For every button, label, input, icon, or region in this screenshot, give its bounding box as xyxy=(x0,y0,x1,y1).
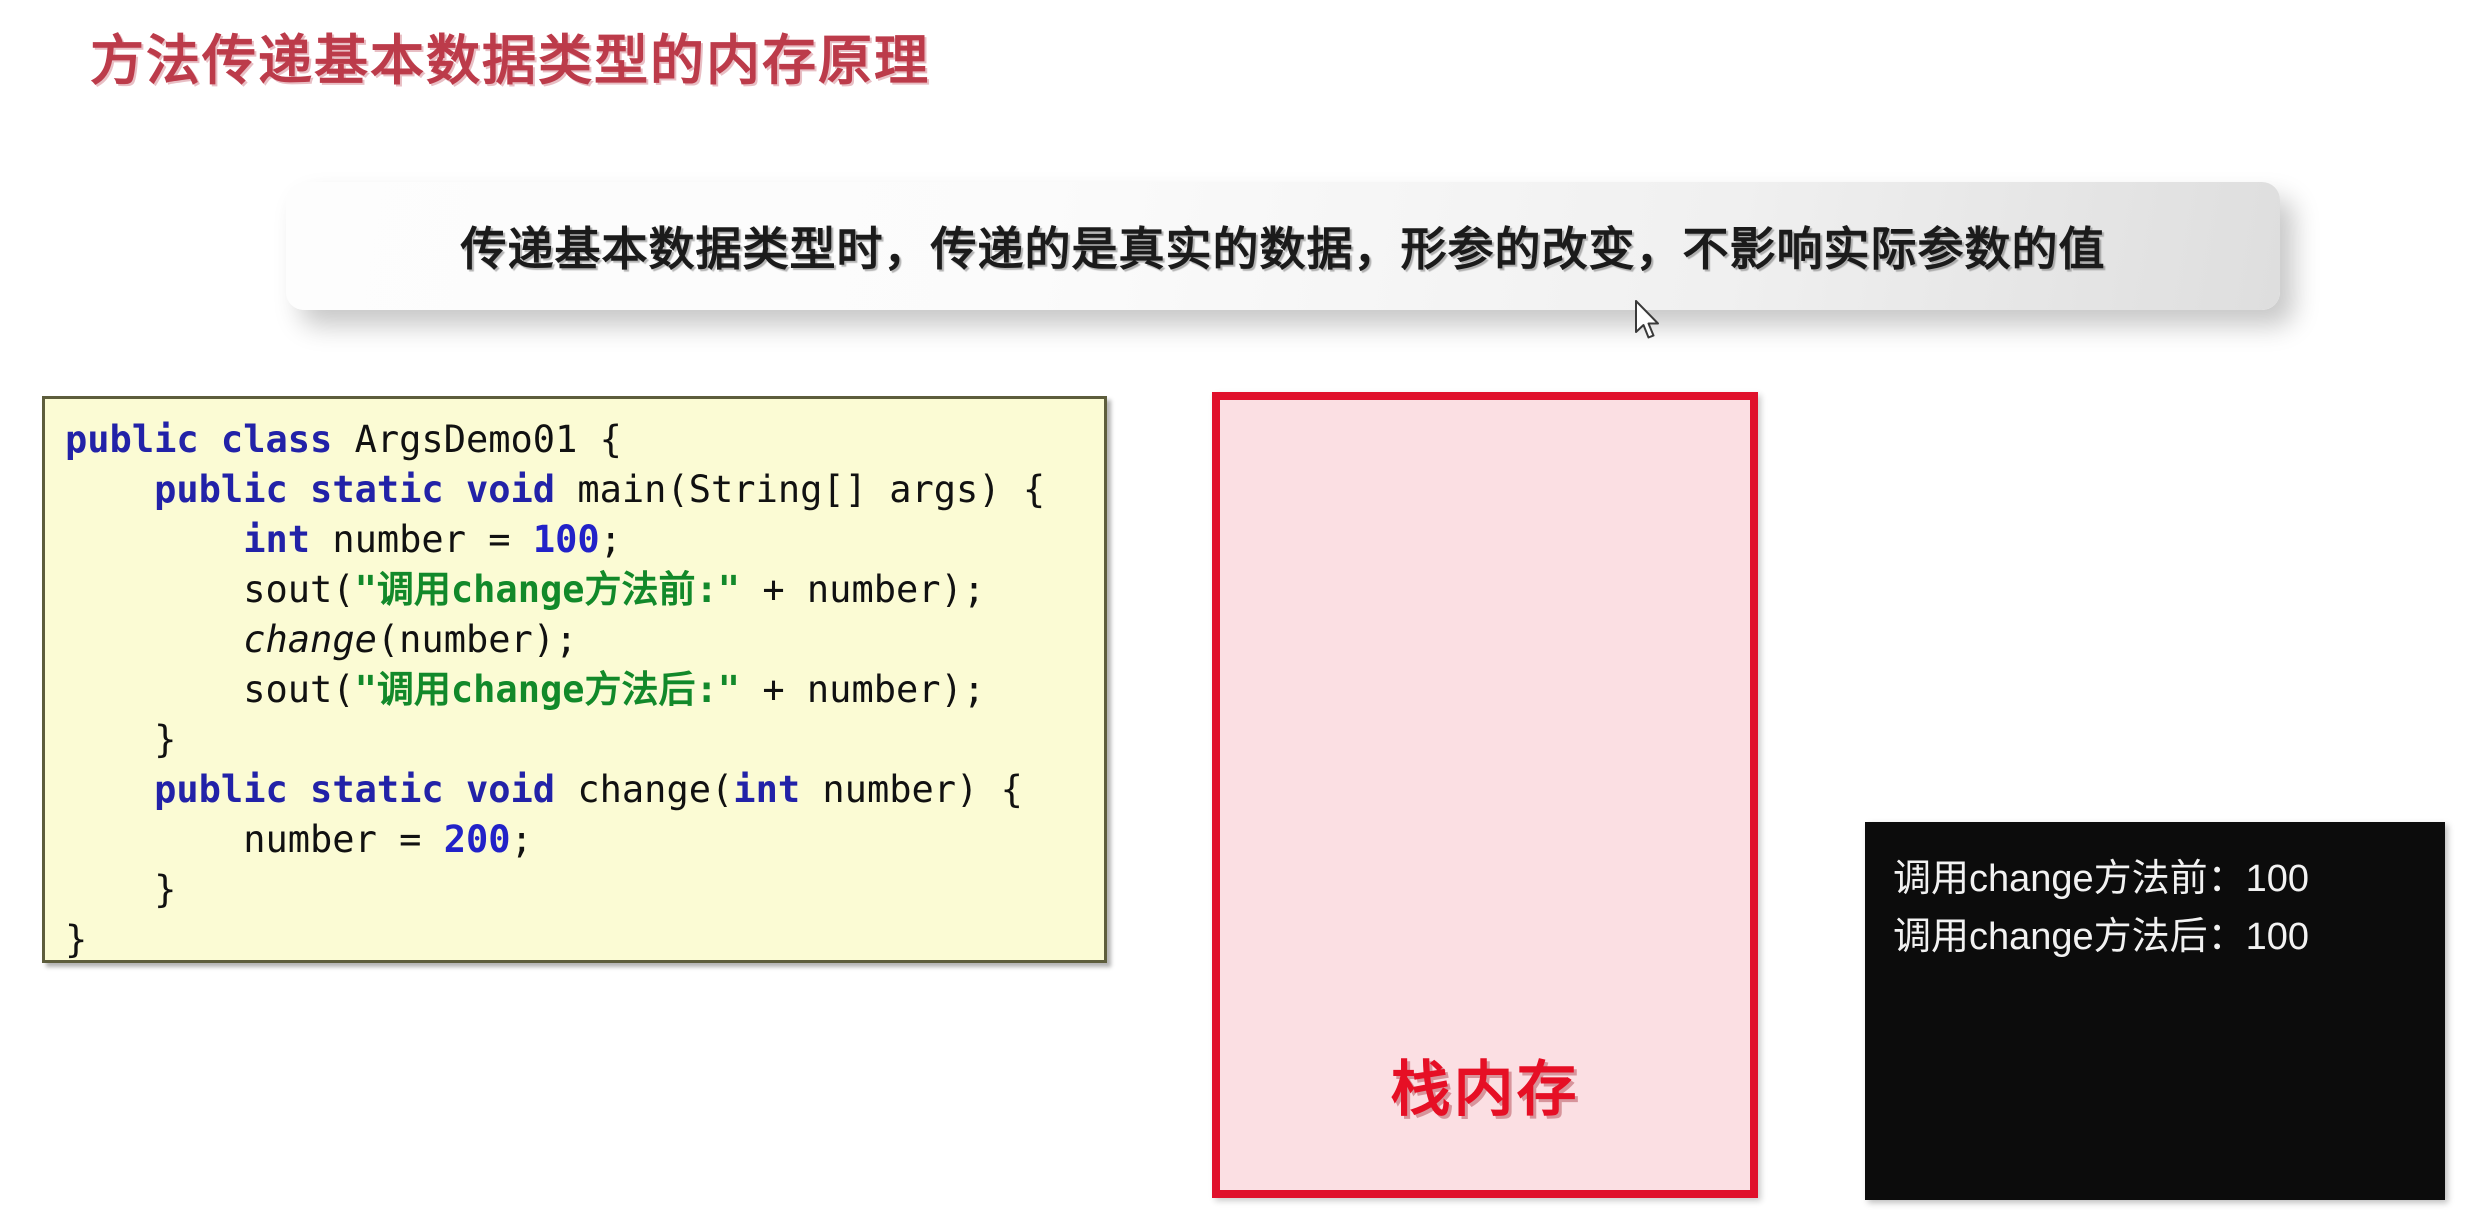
code-block: public class ArgsDemo01 { public static … xyxy=(42,396,1107,963)
code-token: number = xyxy=(65,818,444,861)
code-token: ArgsDemo01 { xyxy=(354,418,622,461)
code-line: sout("调用change方法后:" + number); xyxy=(65,665,1104,715)
code-token: sout( xyxy=(65,668,355,711)
code-token: ; xyxy=(510,818,533,861)
code-token: } xyxy=(65,918,88,961)
console-output-line: 调用change方法后：100 xyxy=(1893,916,2310,958)
console-output-line: 调用change方法前：100 xyxy=(1893,858,2310,900)
code-token: 200 xyxy=(443,818,511,861)
code-token: public static void xyxy=(154,768,578,811)
code-token: public static void xyxy=(154,468,578,511)
code-token: + number); xyxy=(740,668,986,711)
code-token: int xyxy=(733,768,801,811)
callout-banner: 传递基本数据类型时，传递的是真实的数据，形参的改变，不影响实际参数的值 xyxy=(286,182,2280,310)
code-token: number) { xyxy=(800,768,1023,811)
code-line: int number = 100; xyxy=(65,515,1104,565)
code-token: } xyxy=(65,868,177,911)
console-output-panel: 调用change方法前：100 调用change方法后：100 xyxy=(1865,822,2445,1200)
code-token: change xyxy=(243,618,377,661)
code-line: public class ArgsDemo01 { xyxy=(65,415,1104,465)
callout-banner-text: 传递基本数据类型时，传递的是真实的数据，形参的改变，不影响实际参数的值 xyxy=(460,223,2106,275)
code-token: "调用change方法前:" xyxy=(354,568,741,611)
code-token: ; xyxy=(599,518,622,561)
code-token: } xyxy=(65,718,177,761)
code-token: (number); xyxy=(376,618,578,661)
stack-memory-label: 栈内存 xyxy=(1390,1056,1580,1123)
code-lines: public class ArgsDemo01 { public static … xyxy=(65,415,1104,961)
code-token: public class xyxy=(65,418,355,461)
code-line: public static void main(String[] args) { xyxy=(65,465,1104,515)
code-token: "调用change方法后:" xyxy=(354,668,741,711)
code-line: } xyxy=(65,865,1104,915)
code-line: public static void change(int number) { xyxy=(65,765,1104,815)
code-line: number = 200; xyxy=(65,815,1104,865)
code-token: sout( xyxy=(65,568,355,611)
code-line: } xyxy=(65,915,1104,961)
code-line: } xyxy=(65,715,1104,765)
code-token: 100 xyxy=(532,518,600,561)
code-token: main(String[] args) { xyxy=(577,468,1046,511)
code-token: int xyxy=(243,518,311,561)
code-line: change(number); xyxy=(65,615,1104,665)
code-line: sout("调用change方法前:" + number); xyxy=(65,565,1104,615)
code-token: number = xyxy=(310,518,533,561)
stack-memory-box: 栈内存 xyxy=(1212,392,1758,1198)
code-token: + number); xyxy=(740,568,986,611)
code-token: change( xyxy=(577,768,734,811)
page-title: 方法传递基本数据类型的内存原理 xyxy=(90,31,930,91)
